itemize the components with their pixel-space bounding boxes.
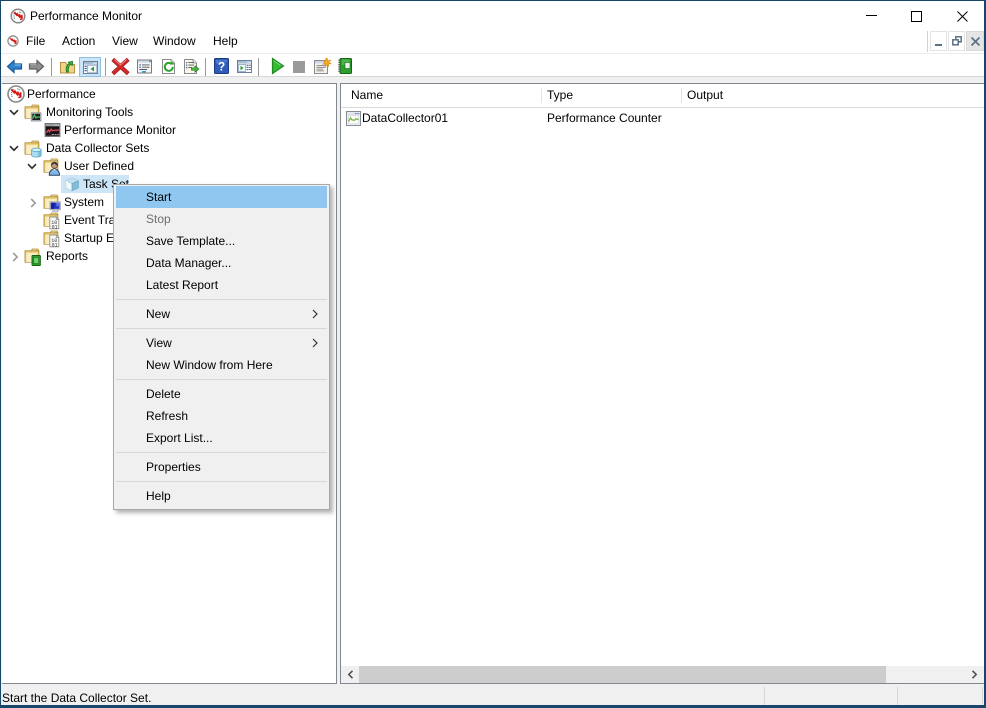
svg-text:?: ? [218, 60, 225, 74]
